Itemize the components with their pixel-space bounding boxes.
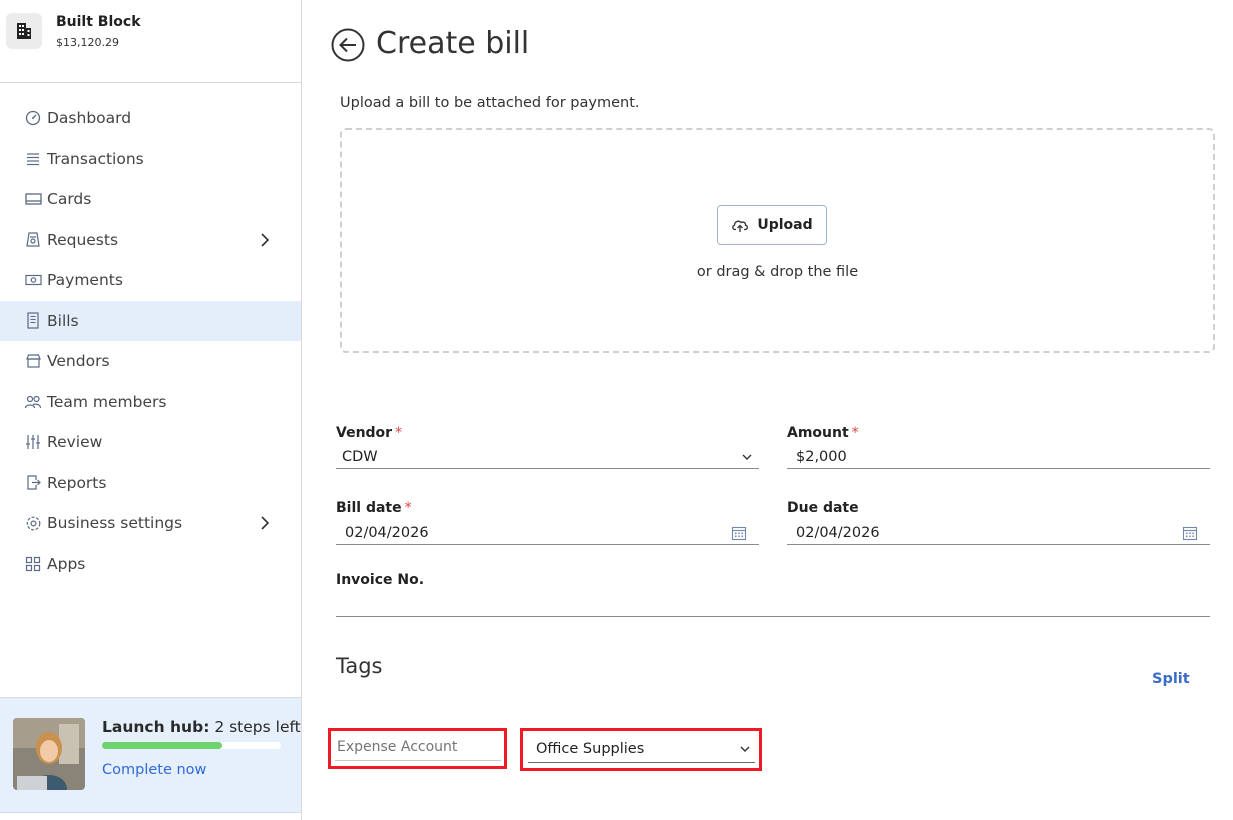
bill-date-input[interactable]: 02/04/2026	[336, 521, 759, 545]
sidebar-item-label: Cards	[47, 190, 92, 209]
expense-category-highlight: Office Supplies	[520, 728, 762, 771]
sidebar-item-apps[interactable]: Apps	[0, 544, 301, 585]
launch-hub-photo	[13, 718, 85, 790]
expense-account-input[interactable]	[335, 734, 501, 761]
sidebar-item-cards[interactable]: Cards	[0, 179, 301, 220]
card-icon	[24, 193, 42, 205]
building-icon	[17, 23, 31, 39]
page-title: Create bill	[376, 26, 530, 61]
sidebar-item-label: Business settings	[47, 514, 183, 533]
sliders-icon	[26, 435, 40, 450]
launch-hub-title: Launch hub: 2 steps left	[102, 718, 301, 736]
sidebar-item-vendors[interactable]: Vendors	[0, 341, 301, 382]
sidebar-nav: Dashboard Transactions Cards Requests Pa…	[0, 98, 301, 584]
required-marker: *	[404, 500, 412, 516]
complete-now-link[interactable]: Complete now	[102, 762, 206, 778]
sidebar-item-label: Reports	[47, 473, 107, 492]
back-arrow-icon[interactable]	[331, 28, 365, 62]
sidebar-item-label: Dashboard	[47, 109, 132, 128]
sidebar-item-payments[interactable]: Payments	[0, 260, 301, 301]
chevron-down-icon	[740, 746, 750, 752]
store-icon	[25, 354, 41, 368]
cloud-upload-icon	[732, 220, 749, 232]
requests-icon	[26, 232, 40, 247]
sidebar-item-label: Apps	[47, 554, 86, 573]
company-balance: $13,120.29	[56, 36, 119, 49]
sidebar: Built Block $13,120.29 Dashboard Transac…	[0, 0, 302, 820]
upload-button[interactable]: Upload	[717, 205, 827, 245]
dashboard-icon	[25, 111, 41, 126]
chevron-right-icon[interactable]	[259, 515, 271, 531]
chevron-right-icon[interactable]	[259, 232, 271, 248]
report-icon	[27, 475, 41, 490]
invoice-number-field: Invoice No.	[336, 572, 1210, 618]
sidebar-item-bills[interactable]: Bills	[0, 300, 301, 341]
invoice-number-input[interactable]	[336, 593, 1210, 617]
sidebar-item-dashboard[interactable]: Dashboard	[0, 98, 301, 139]
due-date-field: Due date 02/04/2026	[787, 500, 1210, 546]
due-date-label: Due date	[787, 500, 859, 516]
amount-input[interactable]: $2,000	[787, 445, 1210, 469]
launch-hub-progress-fill	[102, 742, 222, 749]
expense-account-highlight	[328, 728, 507, 769]
bill-date-field: Bill date * 02/04/2026	[336, 500, 759, 546]
vendor-label: Vendor	[336, 425, 393, 441]
file-dropzone[interactable]: Upload or drag & drop the file	[340, 128, 1215, 353]
sidebar-item-transactions[interactable]: Transactions	[0, 139, 301, 180]
sidebar-item-label: Transactions	[47, 149, 144, 168]
team-icon	[24, 395, 42, 408]
sidebar-item-requests[interactable]: Requests	[0, 220, 301, 261]
bill-icon	[27, 312, 39, 329]
list-icon	[27, 153, 39, 165]
expense-category-select[interactable]: Office Supplies	[528, 736, 755, 763]
tags-heading: Tags	[336, 654, 383, 678]
sidebar-item-team-members[interactable]: Team members	[0, 382, 301, 423]
sidebar-item-reports[interactable]: Reports	[0, 463, 301, 504]
apps-icon	[25, 556, 41, 571]
upload-hint: Upload a bill to be attached for payment…	[340, 95, 640, 111]
sidebar-item-label: Payments	[47, 271, 123, 290]
company-logo	[6, 13, 42, 49]
payments-icon	[24, 275, 42, 286]
amount-field: Amount * $2,000	[787, 425, 1210, 470]
drag-drop-text: or drag & drop the file	[696, 264, 859, 280]
invoice-number-label: Invoice No.	[336, 572, 425, 588]
required-marker: *	[395, 425, 403, 441]
amount-label: Amount	[787, 425, 849, 441]
sidebar-item-label: Vendors	[47, 352, 110, 371]
calendar-icon[interactable]	[731, 525, 747, 541]
launch-hub-card[interactable]: Launch hub: 2 steps left Complete now	[0, 697, 301, 813]
launch-hub-progress	[102, 742, 281, 749]
sidebar-item-business-settings[interactable]: Business settings	[0, 503, 301, 544]
split-link[interactable]: Split	[1152, 671, 1190, 687]
sidebar-item-label: Bills	[47, 311, 79, 330]
sidebar-item-review[interactable]: Review	[0, 422, 301, 463]
person-photo-icon	[13, 718, 85, 790]
vendor-field: Vendor * CDW	[336, 425, 759, 470]
sidebar-item-label: Review	[47, 433, 103, 452]
vendor-select[interactable]: CDW	[336, 445, 759, 469]
sidebar-item-label: Requests	[47, 230, 119, 249]
sidebar-item-label: Team members	[47, 392, 167, 411]
calendar-icon[interactable]	[1182, 525, 1198, 541]
required-marker: *	[851, 425, 859, 441]
company-switcher[interactable]: Built Block $13,120.29	[0, 0, 301, 83]
bill-date-label: Bill date	[336, 500, 402, 516]
due-date-input[interactable]: 02/04/2026	[787, 521, 1210, 545]
chevron-down-icon	[742, 454, 752, 460]
gear-icon	[26, 516, 40, 531]
company-name: Built Block	[56, 14, 141, 30]
